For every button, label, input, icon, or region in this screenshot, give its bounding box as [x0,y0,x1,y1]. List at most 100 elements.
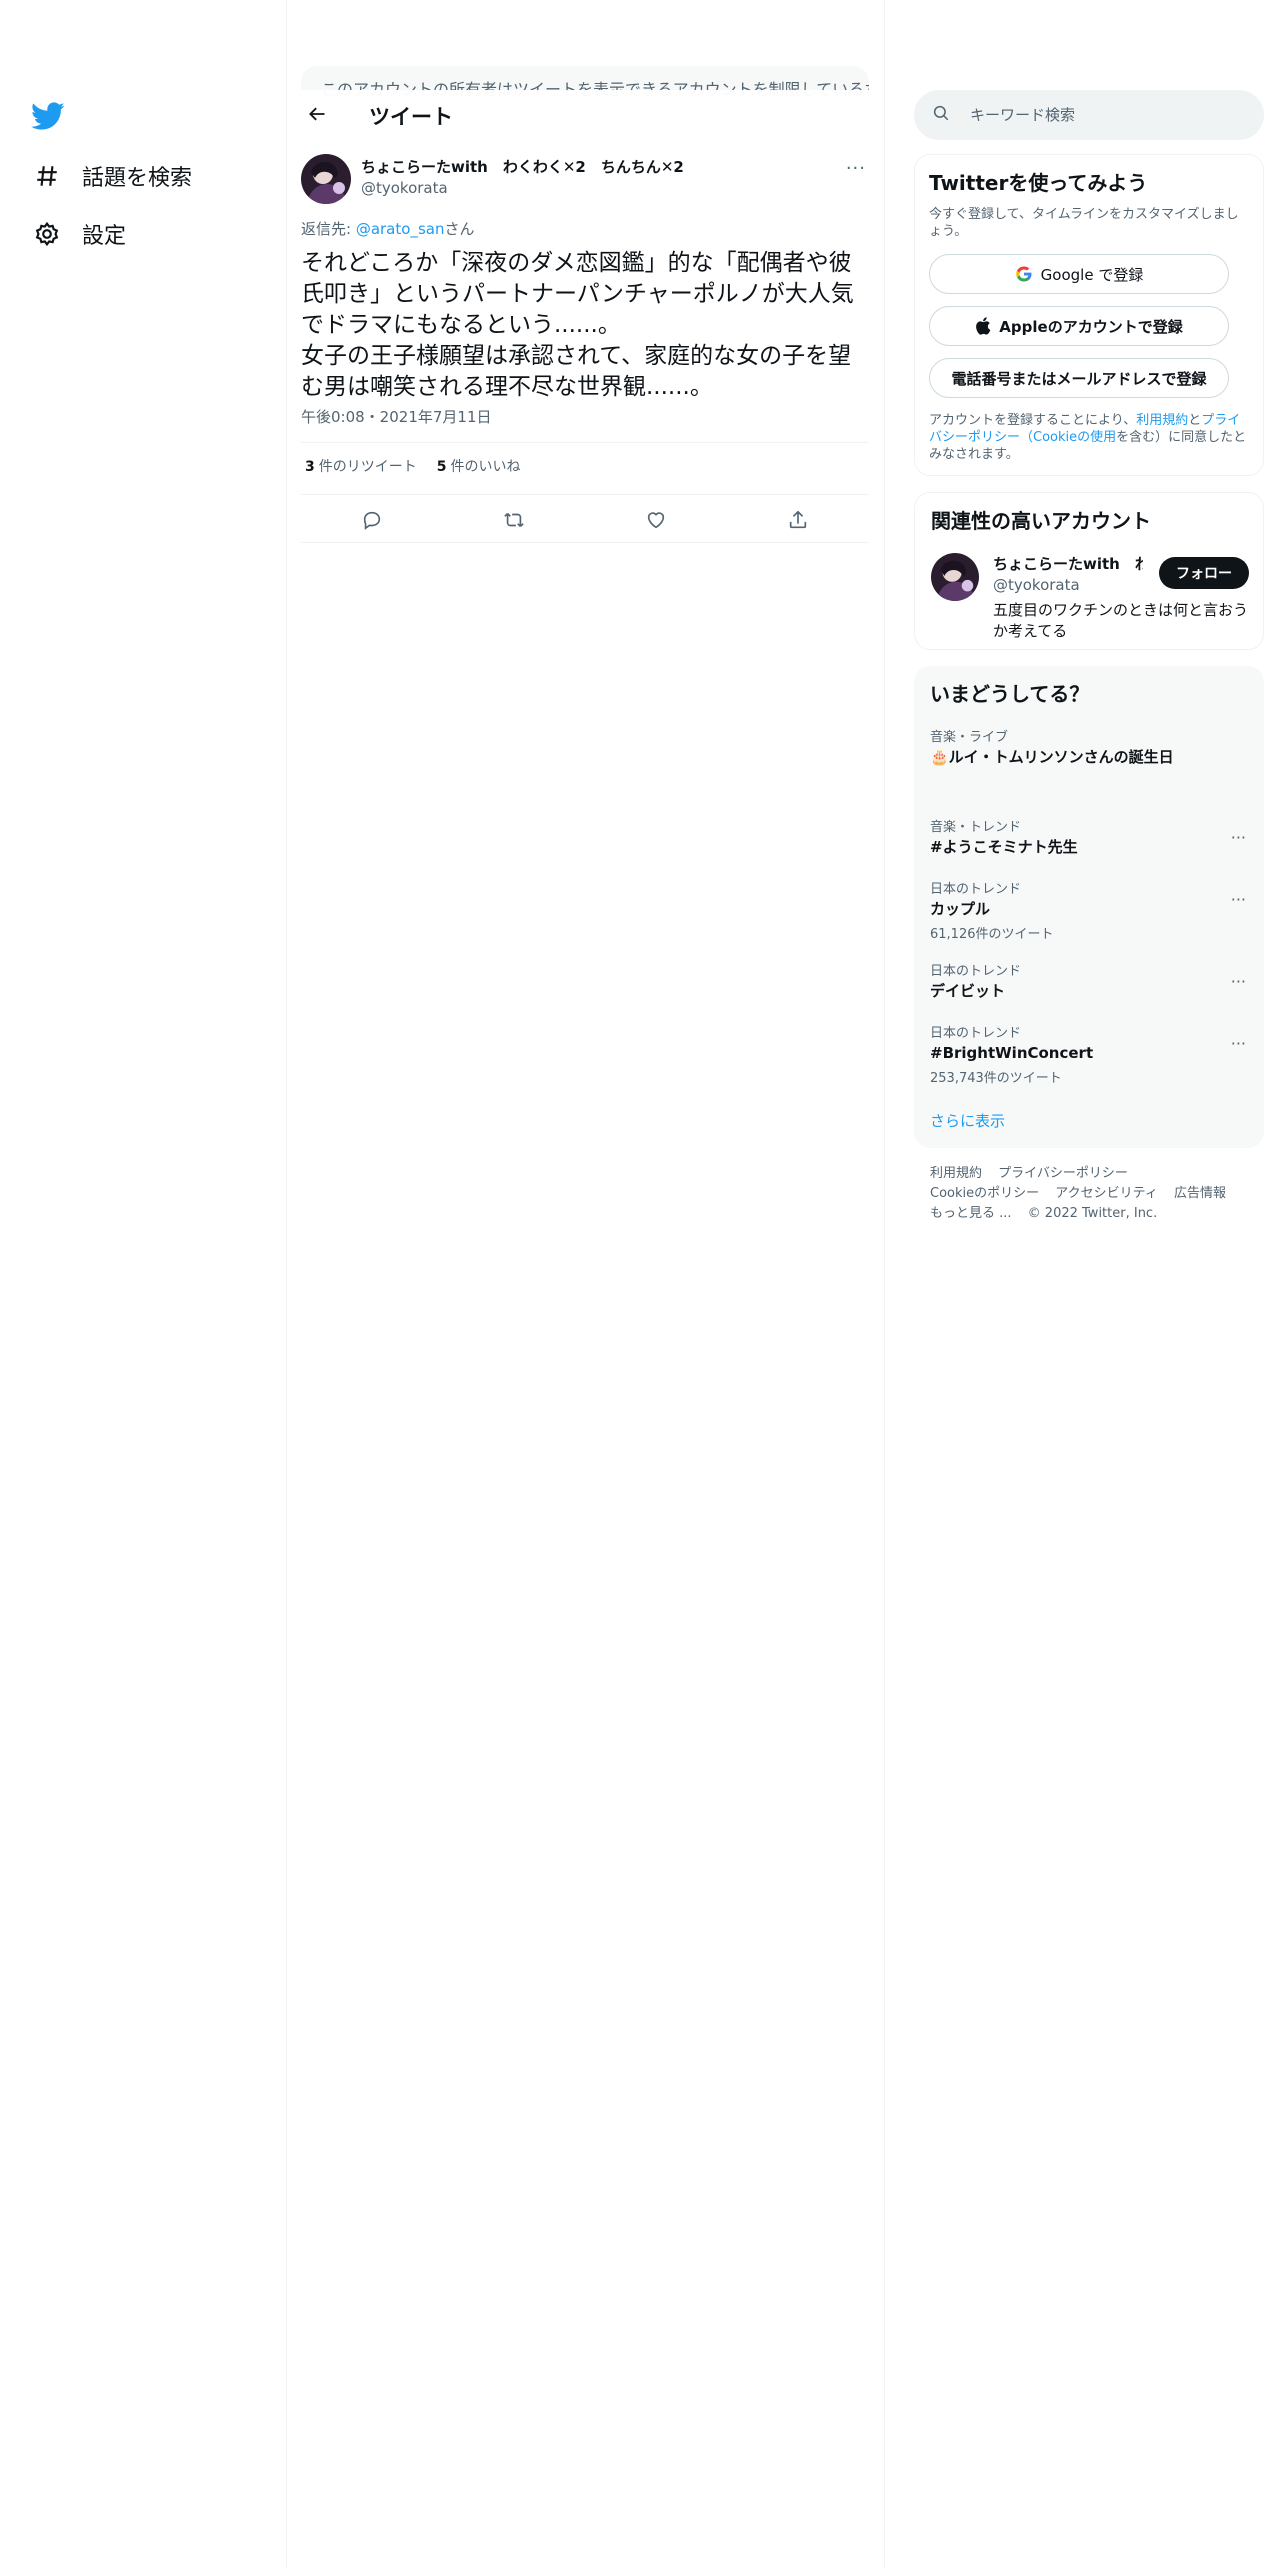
trend-count: 253,743件のツイート [930,1071,1062,1086]
tweet-text: それどころか「深夜のダメ恋図鑑」的な「配偶者や彼氏叩き」というパートナーパンチャ… [301,250,854,400]
footer-more-link[interactable]: もっと見る ... [930,1206,1012,1221]
retweets-label: 件のリツイート [318,459,417,475]
share-icon [787,509,809,535]
reply-button[interactable] [354,504,390,540]
legal-and: と [1188,413,1202,428]
reply-handle-link[interactable]: @arato_san [356,220,445,238]
reply-suffix: さん [444,220,475,238]
divider [301,494,869,495]
footer-terms-link[interactable]: 利用規約 [930,1166,982,1181]
tweet-timestamp[interactable]: 午後0:08・2021年7月11日 [301,406,492,427]
reply-prefix: 返信先: [301,220,356,238]
nav-explore-label: 話題を検索 [82,166,193,191]
author-avatar[interactable] [301,154,351,204]
retweets-count: 3 [305,459,315,475]
likes-stat[interactable]: 5 件のいいね [437,456,521,476]
column-divider [884,0,885,2568]
signup-legal: アカウントを登録することにより、利用規約とプライバシーポリシー（Cookieの使… [929,412,1249,463]
arrow-left-icon [307,104,327,128]
nav-explore[interactable]: 話題を検索 [30,154,192,198]
trend-more-icon[interactable]: ··· [1231,890,1246,909]
likes-count: 5 [436,459,447,475]
trend-item[interactable]: 日本のトレンド カップル 61,126件のツイート ··· [930,878,1246,942]
tweet-stats: 3 件のリツイート 5 件のいいね [305,456,521,476]
search-icon [932,104,950,126]
related-name[interactable]: ちょこらーたwith わくわく✕2 ちんちん✕2 [993,553,1143,574]
footer-accessibility-link[interactable]: アクセシビリティ [1055,1186,1158,1201]
signup-card: Twitterを使ってみよう 今すぐ登録して、タイムラインをカスタマイズしましょ… [914,154,1264,476]
left-nav: 話題を検索 設定 [0,0,286,2568]
search-input[interactable] [970,106,1230,124]
retweet-button[interactable] [496,504,532,540]
more-options-icon[interactable]: ··· [846,158,866,179]
trend-name: カップル [930,900,991,918]
footer-cookie-link[interactable]: Cookieのポリシー [930,1186,1039,1201]
show-more-link[interactable]: さらに表示 [930,1110,1005,1131]
divider [301,542,869,543]
google-icon [1015,265,1033,283]
signup-title: Twitterを使ってみよう [929,171,1148,195]
cookie-link[interactable]: Cookieの使用 [1033,430,1116,445]
footer-links: 利用規約 プライバシーポリシー Cookieのポリシー アクセシビリティ 広告情… [930,1164,1250,1224]
legal-paren-open: （ [1020,430,1034,445]
share-button[interactable] [780,504,816,540]
search-box[interactable] [914,90,1264,140]
terms-link[interactable]: 利用規約 [1136,413,1188,428]
footer-ads-link[interactable]: 広告情報 [1174,1186,1226,1201]
signup-subtitle: 今すぐ登録して、タイムラインをカスタマイズしましょう。 [929,207,1239,239]
reply-icon [361,509,383,535]
trend-more-icon[interactable]: ··· [1231,1034,1246,1053]
tweet-actions [301,502,869,542]
trend-more-icon[interactable]: ··· [1231,972,1246,991]
phone-email-signup-label: 電話番号またはメールアドレスで登録 [951,369,1207,388]
trend-item[interactable]: 日本のトレンド #BrightWinConcert 253,743件のツイート … [930,1022,1246,1086]
trend-name: #ようこそミナト先生 [930,838,1078,856]
retweets-stat[interactable]: 3 件のリツイート [305,456,417,476]
google-signup-label: Google で登録 [1040,265,1144,284]
trend-category: 日本のトレンド [930,1026,1022,1041]
trend-item[interactable]: 音楽・ライブ 🎂ルイ・トムリンソンさんの誕生日 [930,726,1180,767]
page-title: ツイート [369,105,453,129]
nav-settings[interactable]: 設定 [30,212,126,256]
trend-name: 🎂ルイ・トムリンソンさんの誕生日 [930,748,1174,766]
reply-to: 返信先: @arato_sanさん [301,218,474,239]
trend-name: #BrightWinConcert [930,1044,1094,1062]
related-bio: 五度目のワクチンのときは何と言おうか考えてる [993,601,1249,640]
nav-settings-label: 設定 [82,224,127,249]
author-block[interactable]: ちょこらーたwith わくわく✕2 ちんちん✕2 @tyokorata [361,156,684,197]
divider [301,442,869,443]
apple-icon [975,317,991,335]
footer-copyright: © 2022 Twitter, Inc. [1027,1206,1158,1221]
like-button[interactable] [638,504,674,540]
main-column: このアカウントの所有者はツイートを表示できるアカウントを制限しているため ツイー… [287,0,884,2568]
trend-category: 音楽・トレンド [930,820,1022,835]
author-handle[interactable]: @tyokorata [361,179,684,197]
legal-prefix: アカウントを登録することにより、 [929,413,1137,428]
apple-signup-button[interactable]: Appleのアカウントで登録 [929,306,1229,346]
author-name[interactable]: ちょこらーたwith わくわく✕2 ちんちん✕2 [361,156,684,177]
trend-name: デイビット [930,982,1006,1000]
likes-label: 件のいいね [450,459,521,475]
trend-category: 日本のトレンド [930,964,1022,979]
trend-category: 日本のトレンド [930,882,1022,897]
gear-icon [30,217,64,251]
trends-title: いまどうしてる？ [930,682,1090,706]
related-accounts-card: 関連性の高いアカウント ちょこらーたwith わくわく✕2 ちんちん✕2 @ty… [914,492,1264,650]
trend-count: 61,126件のツイート [930,927,1054,942]
apple-signup-label: Appleのアカウントで登録 [999,317,1183,336]
related-avatar[interactable] [931,553,979,601]
trends-card: いまどうしてる？ 音楽・ライブ 🎂ルイ・トムリンソンさんの誕生日 音楽・トレンド… [914,666,1264,1148]
retweet-icon [503,509,525,535]
google-signup-button[interactable]: Google で登録 [929,254,1229,294]
trend-item[interactable]: 音楽・トレンド #ようこそミナト先生 ··· [930,816,1246,857]
trend-more-icon[interactable]: ··· [1231,828,1246,847]
back-button[interactable] [299,98,335,134]
phone-email-signup-button[interactable]: 電話番号またはメールアドレスで登録 [929,358,1229,398]
trend-category: 音楽・ライブ [930,730,1009,745]
twitter-logo-icon[interactable] [31,102,65,132]
hashtag-icon [30,159,64,193]
related-title: 関連性の高いアカウント [931,509,1151,533]
trend-item[interactable]: 日本のトレンド デイビット ··· [930,960,1246,1001]
follow-button[interactable]: フォロー [1159,557,1249,589]
footer-privacy-link[interactable]: プライバシーポリシー [998,1166,1128,1181]
